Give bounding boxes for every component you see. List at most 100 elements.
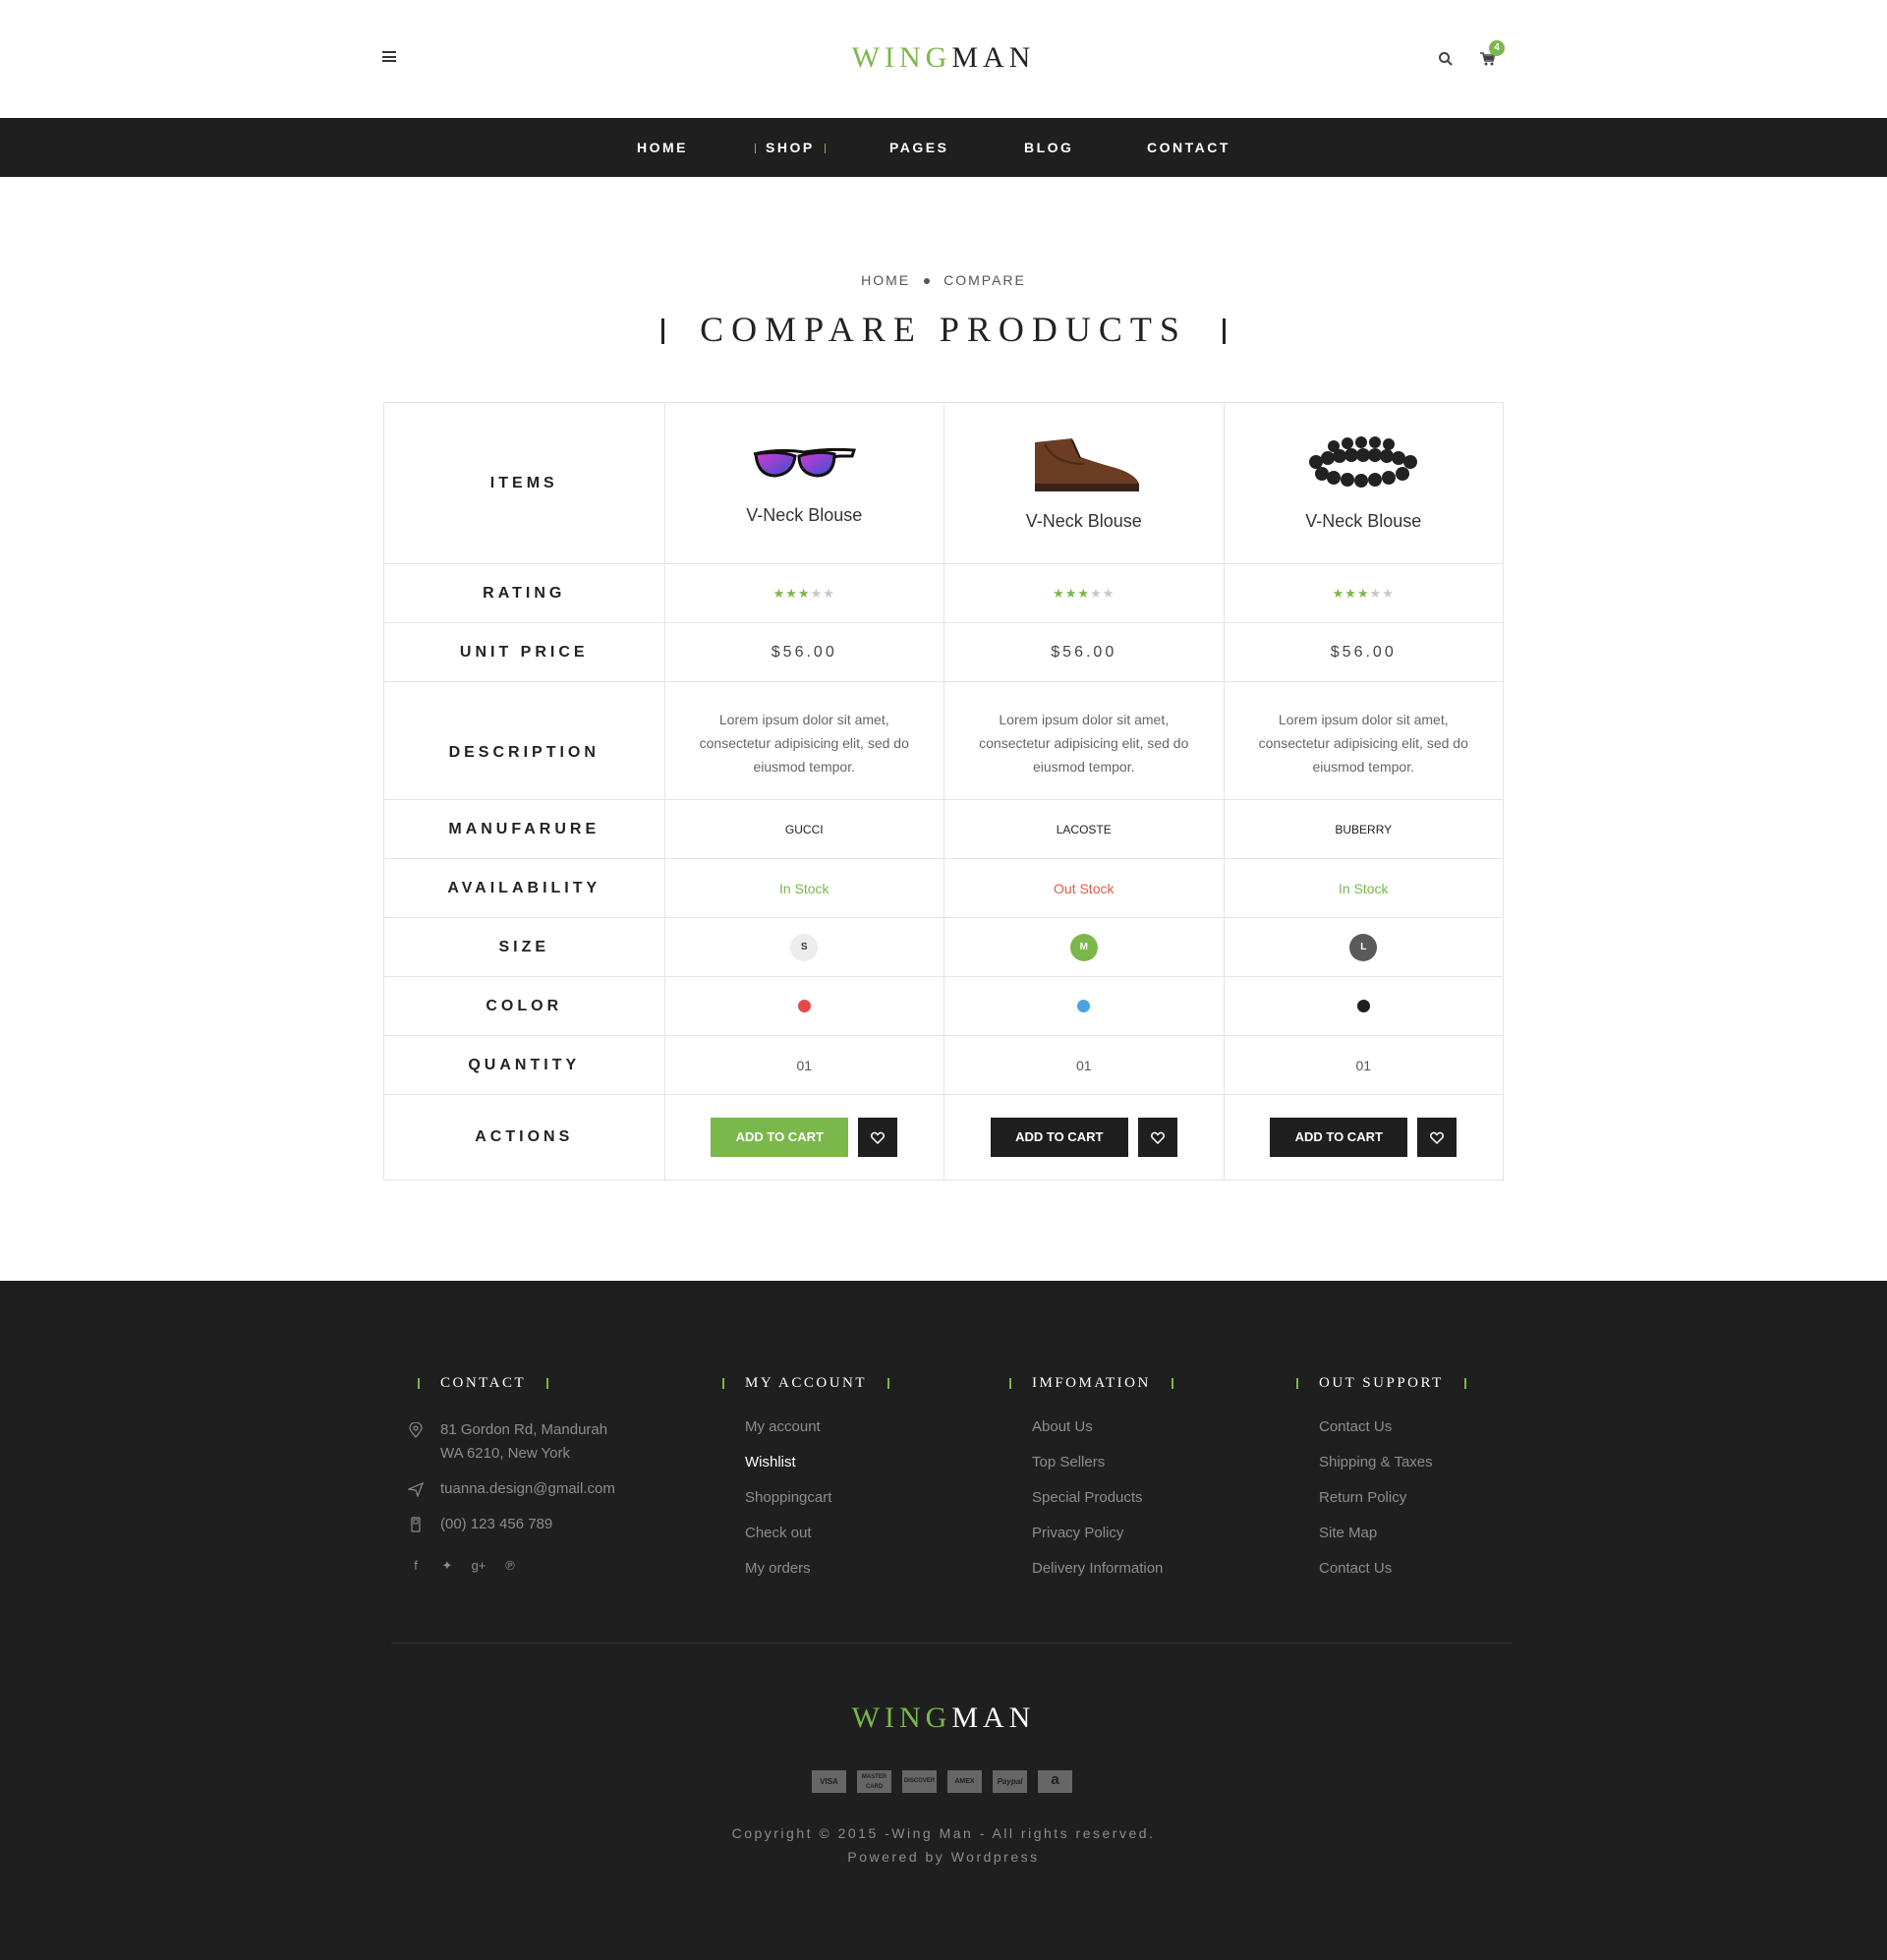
footer-link[interactable]: Special Products xyxy=(1032,1489,1173,1525)
discover-icon: DISCOVER xyxy=(902,1770,937,1793)
size-badge[interactable]: L xyxy=(1349,933,1378,961)
footer-heading: MY ACCOUNT xyxy=(722,1375,890,1392)
availability-status: Out Stock xyxy=(1054,880,1115,896)
footer-link[interactable]: Check out xyxy=(745,1525,889,1560)
footer-link[interactable]: Privacy Policy xyxy=(1032,1525,1173,1560)
compare-table: ITEMS V-Neck Blouse V-Neck Blouse V-Neck… xyxy=(383,402,1504,1181)
footer-link[interactable]: Wishlist xyxy=(745,1454,889,1489)
footer-link[interactable]: Delivery Information xyxy=(1032,1560,1173,1595)
manufacturer-name: LACOSTE xyxy=(1056,822,1112,836)
table-row-size: SIZE S M L xyxy=(384,917,1503,976)
color-swatch[interactable] xyxy=(1356,1000,1370,1012)
product-cell[interactable]: V-Neck Blouse xyxy=(1223,403,1504,563)
actions-cell: ADD TO CART xyxy=(944,1095,1224,1180)
label-text: QUANTITY xyxy=(468,1056,581,1073)
twitter-icon[interactable]: ✦ xyxy=(439,1558,455,1574)
quantity-cell: 01 xyxy=(944,1036,1224,1094)
size-cell: S xyxy=(663,918,944,976)
site-logo[interactable]: WINGMAN xyxy=(0,41,1887,75)
manufacturer-cell: GUCCI xyxy=(663,800,944,858)
nav-blog[interactable]: BLOG xyxy=(1024,118,1073,177)
google-plus-icon[interactable]: g+ xyxy=(471,1558,486,1574)
pinterest-icon[interactable]: ℗ xyxy=(502,1558,518,1574)
wishlist-button[interactable] xyxy=(1137,1118,1177,1157)
product-name[interactable]: V-Neck Blouse xyxy=(1026,511,1142,532)
availability-cell: Out Stock xyxy=(944,859,1224,917)
color-swatch[interactable] xyxy=(797,1000,811,1012)
wishlist-button[interactable] xyxy=(858,1118,898,1157)
quantity-value[interactable]: 01 xyxy=(1355,1058,1371,1073)
paypal-icon: Paypal xyxy=(993,1770,1027,1793)
bracelet-image[interactable] xyxy=(1304,434,1422,495)
breadcrumb-separator xyxy=(924,278,931,285)
footer-link[interactable]: My account xyxy=(745,1418,889,1454)
label-text: ACTIONS xyxy=(475,1128,574,1145)
product-name[interactable]: V-Neck Blouse xyxy=(746,505,862,526)
product-name[interactable]: V-Neck Blouse xyxy=(1305,511,1421,532)
cart-count-badge: 4 xyxy=(1489,40,1505,56)
unit-price: $56.00 xyxy=(771,643,837,661)
label-text: DESCRIPTION xyxy=(448,743,600,761)
product-description: Lorem ipsum dolor sit amet, consectetur … xyxy=(699,712,909,775)
facebook-icon[interactable]: f xyxy=(408,1558,424,1574)
row-label-price: UNIT PRICE xyxy=(384,623,664,681)
quantity-cell: 01 xyxy=(1223,1036,1504,1094)
footer-link[interactable]: Contact Us xyxy=(1319,1560,1466,1595)
nav-home[interactable]: HOME xyxy=(637,118,688,177)
copyright-text: Copyright © 2015 -Wing Man - All rights … xyxy=(731,1825,1156,1841)
footer-link[interactable]: Site Map xyxy=(1319,1525,1466,1560)
availability-status: In Stock xyxy=(778,880,829,896)
star-rating: ★★★★★ xyxy=(1053,585,1115,601)
row-label-color: COLOR xyxy=(384,977,664,1035)
shoe-image[interactable] xyxy=(1025,434,1143,495)
quantity-value[interactable]: 01 xyxy=(796,1058,812,1073)
footer-link[interactable]: Shoppingcart xyxy=(745,1489,889,1525)
main-nav: HOME SHOP PAGES BLOG CONTACT xyxy=(0,118,1887,177)
contact-email[interactable]: tuanna.design@gmail.com xyxy=(408,1477,615,1501)
footer-link[interactable]: My orders xyxy=(745,1560,889,1595)
footer-logo[interactable]: WINGMAN xyxy=(0,1701,1887,1735)
product-cell[interactable]: V-Neck Blouse xyxy=(944,403,1224,563)
color-swatch[interactable] xyxy=(1077,1000,1091,1012)
sunglasses-image[interactable] xyxy=(750,440,858,490)
footer-link[interactable]: Return Policy xyxy=(1319,1489,1466,1525)
nav-shop[interactable]: SHOP xyxy=(745,118,835,177)
nav-contact[interactable]: CONTACT xyxy=(1147,118,1230,177)
phone-text: (00) 123 456 789 xyxy=(440,1516,553,1532)
availability-status: In Stock xyxy=(1338,880,1389,896)
contact-phone[interactable]: (00) 123 456 789 xyxy=(408,1513,615,1536)
manufacturer-name: BUBERRY xyxy=(1335,822,1393,836)
amex-icon: AMEX xyxy=(947,1770,982,1793)
product-description: Lorem ipsum dolor sit amet, consectetur … xyxy=(979,712,1189,775)
product-cell[interactable]: V-Neck Blouse xyxy=(663,403,944,563)
unit-price: $56.00 xyxy=(1051,643,1117,661)
site-footer: CONTACT 81 Gordon Rd, Mandurah WA 6210, … xyxy=(0,1281,1887,1960)
heart-icon xyxy=(871,1131,886,1144)
color-cell xyxy=(944,977,1224,1035)
size-badge[interactable]: S xyxy=(790,933,819,961)
description-cell: Lorem ipsum dolor sit amet, consectetur … xyxy=(944,682,1224,799)
search-icon[interactable] xyxy=(1438,51,1454,67)
social-links: f ✦ g+ ℗ xyxy=(408,1558,615,1574)
footer-link[interactable]: Shipping & Taxes xyxy=(1319,1454,1466,1489)
size-badge[interactable]: M xyxy=(1069,933,1098,961)
wishlist-button[interactable] xyxy=(1417,1118,1458,1157)
footer-link[interactable]: About Us xyxy=(1032,1418,1173,1454)
footer-contact: CONTACT 81 Gordon Rd, Mandurah WA 6210, … xyxy=(408,1374,615,1574)
availability-cell: In Stock xyxy=(663,859,944,917)
breadcrumb-home[interactable]: HOME xyxy=(861,272,910,288)
manufacturer-cell: LACOSTE xyxy=(944,800,1224,858)
availability-cell: In Stock xyxy=(1223,859,1504,917)
add-to-cart-button[interactable]: ADD TO CART xyxy=(990,1118,1128,1157)
quantity-value[interactable]: 01 xyxy=(1076,1058,1092,1073)
add-to-cart-button[interactable]: ADD TO CART xyxy=(711,1118,849,1157)
footer-link[interactable]: Top Sellers xyxy=(1032,1454,1173,1489)
footer-link[interactable]: Contact Us xyxy=(1319,1418,1466,1454)
table-row-manufacture: MANUFARURE GUCCI LACOSTE BUBERRY xyxy=(384,799,1503,858)
row-label-rating: RATING xyxy=(384,564,664,622)
add-to-cart-button[interactable]: ADD TO CART xyxy=(1270,1118,1408,1157)
row-label-size: SIZE xyxy=(384,918,664,976)
row-label-availability: AVAILABILITY xyxy=(384,859,664,917)
nav-pages[interactable]: PAGES xyxy=(889,118,948,177)
footer-account: MY ACCOUNT My account Wishlist Shoppingc… xyxy=(722,1374,890,1595)
